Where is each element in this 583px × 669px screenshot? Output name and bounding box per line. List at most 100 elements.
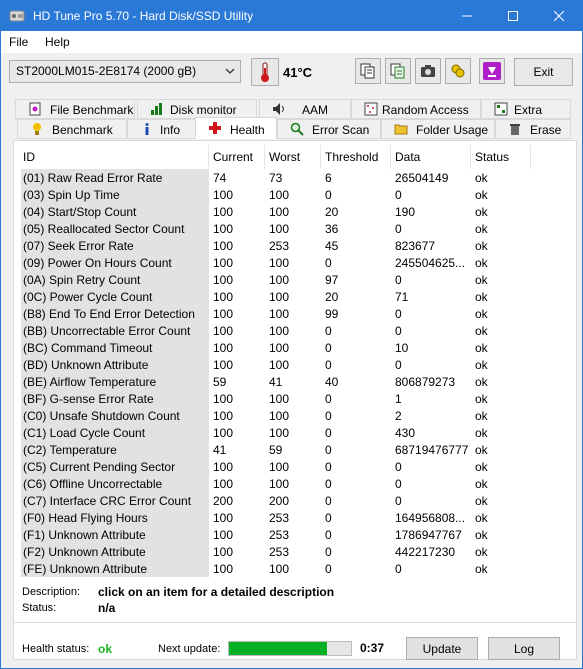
table-row[interactable]: (BD) Unknown Attribute 100 100 0 0 ok xyxy=(19,356,573,373)
table-row[interactable]: (FE) Unknown Attribute 100 100 0 0 ok xyxy=(19,560,573,577)
exit-button[interactable]: Exit xyxy=(514,58,573,86)
attribute-name: (BC) Command Timeout xyxy=(21,339,209,356)
table-row[interactable]: (01) Raw Read Error Rate 74 73 6 26504149 ok xyxy=(19,169,573,186)
camera-icon xyxy=(421,65,435,77)
table-row[interactable]: (0A) Spin Retry Count 100 100 97 0 ok xyxy=(19,271,573,288)
tab-aam[interactable]: AAM xyxy=(259,99,351,119)
table-row[interactable]: (BB) Uncorrectable Error Count 100 100 0 0 ok xyxy=(19,322,573,339)
column-header-worst[interactable]: Worst xyxy=(265,145,321,169)
attribute-name: (C1) Load Cycle Count xyxy=(21,424,209,441)
worst-value: 100 xyxy=(269,222,290,236)
current-value: 100 xyxy=(213,562,234,576)
magnifier-icon xyxy=(290,122,304,136)
column-header-data[interactable]: Data xyxy=(391,145,471,169)
column-header-id[interactable]: ID xyxy=(19,145,209,169)
tab-file-benchmark[interactable]: File Benchmark xyxy=(15,99,135,119)
table-row[interactable]: (C0) Unsafe Shutdown Count 100 100 0 2 ok xyxy=(19,407,573,424)
table-row[interactable]: (F0) Head Flying Hours 100 253 0 164956808..… xyxy=(19,509,573,526)
tab-disk-monitor[interactable]: Disk monitor xyxy=(137,99,257,119)
toolbar: ST2000LM015-2E8174 (2000 gB) 41°C Exit xyxy=(1,53,582,93)
status-value: ok xyxy=(475,528,488,542)
log-button[interactable]: Log xyxy=(488,637,560,660)
health-cross-icon xyxy=(209,122,221,134)
table-row[interactable]: (BC) Command Timeout 100 100 0 10 ok xyxy=(19,339,573,356)
table-row[interactable]: (07) Seek Error Rate 100 253 45 823677 ok xyxy=(19,237,573,254)
status-value: ok xyxy=(475,426,488,440)
worst-value: 41 xyxy=(269,375,283,389)
window-title: HD Tune Pro 5.70 - Hard Disk/SSD Utility xyxy=(33,9,254,23)
column-header-status[interactable]: Status xyxy=(471,145,531,169)
worst-value: 100 xyxy=(269,205,290,219)
table-row[interactable]: (C5) Current Pending Sector 100 100 0 0 ok xyxy=(19,458,573,475)
tab-health[interactable]: Health xyxy=(195,117,277,139)
raw-data-value: 0 xyxy=(395,188,402,202)
tab-erase[interactable]: Erase xyxy=(495,119,571,139)
current-value: 100 xyxy=(213,239,234,253)
status-value: ok xyxy=(475,341,488,355)
status-value: ok xyxy=(475,443,488,457)
attribute-name: (05) Reallocated Sector Count xyxy=(21,220,209,237)
raw-data-value: 164956808... xyxy=(395,511,466,525)
column-header-current[interactable]: Current xyxy=(209,145,265,169)
table-row[interactable]: (B8) End To End Error Detection 100 100 99 0… xyxy=(19,305,573,322)
temperature-value: 41°C xyxy=(283,65,313,80)
table-row[interactable]: (03) Spin Up Time 100 100 0 0 ok xyxy=(19,186,573,203)
table-row[interactable]: (04) Start/Stop Count 100 100 20 190 ok xyxy=(19,203,573,220)
table-row[interactable]: (C1) Load Cycle Count 100 100 0 430 ok xyxy=(19,424,573,441)
attribute-name: (F1) Unknown Attribute xyxy=(21,526,209,543)
tab-error-scan[interactable]: Error Scan xyxy=(277,119,381,139)
table-row[interactable]: (C6) Offline Uncorrectable 100 100 0 0 ok xyxy=(19,475,573,492)
raw-data-value: 442217230 xyxy=(395,545,456,559)
copy-text-button[interactable] xyxy=(355,58,381,84)
worst-value: 73 xyxy=(269,171,283,185)
table-row[interactable]: (F2) Unknown Attribute 100 253 0 442217230 ok xyxy=(19,543,573,560)
raw-data-value: 0 xyxy=(395,222,402,236)
table-row[interactable]: (C7) Interface CRC Error Count 200 200 0 0 ok xyxy=(19,492,573,509)
options-button[interactable] xyxy=(445,58,471,84)
table-row[interactable]: (F1) Unknown Attribute 100 253 0 1786947767 o… xyxy=(19,526,573,543)
threshold-value: 36 xyxy=(325,222,339,236)
current-value: 59 xyxy=(213,375,227,389)
menu-file[interactable]: File xyxy=(9,35,28,49)
raw-data-value: 0 xyxy=(395,477,402,491)
tab-folder-usage[interactable]: Folder Usage xyxy=(381,119,495,139)
tab-info[interactable]: Info xyxy=(127,119,201,139)
temperature-indicator[interactable] xyxy=(251,58,279,86)
close-button[interactable] xyxy=(536,1,582,31)
update-countdown: 0:37 xyxy=(360,641,385,655)
worst-value: 253 xyxy=(269,239,290,253)
save-button[interactable] xyxy=(479,58,505,84)
health-status-value: ok xyxy=(98,642,113,656)
table-row[interactable]: (09) Power On Hours Count 100 100 0 24550462… xyxy=(19,254,573,271)
table-row[interactable]: (BF) G-sense Error Rate 100 100 0 1 ok xyxy=(19,390,573,407)
table-row[interactable]: (05) Reallocated Sector Count 100 100 36 0 ok xyxy=(19,220,573,237)
copy-info-button[interactable] xyxy=(385,58,411,84)
tab-random-access[interactable]: Random Access xyxy=(351,99,481,119)
tab-extra-tests[interactable]: Extra tests xyxy=(481,99,571,131)
table-row[interactable]: (BE) Airflow Temperature 59 41 40 806879273 o… xyxy=(19,373,573,390)
update-button[interactable]: Update xyxy=(406,637,478,660)
maximize-button[interactable] xyxy=(490,1,536,31)
threshold-value: 20 xyxy=(325,205,339,219)
worst-value: 253 xyxy=(269,528,290,542)
current-value: 100 xyxy=(213,273,234,287)
title-bar[interactable]: HD Tune Pro 5.70 - Hard Disk/SSD Utility xyxy=(1,1,582,31)
menu-bar: File Help xyxy=(1,31,582,53)
drive-select[interactable]: ST2000LM015-2E8174 (2000 gB) xyxy=(9,60,241,83)
disk-monitor-icon xyxy=(151,103,162,115)
table-row[interactable]: (C2) Temperature 41 59 0 68719476777 ok xyxy=(19,441,573,458)
table-row[interactable]: (0C) Power Cycle Count 100 100 20 71 ok xyxy=(19,288,573,305)
health-status-label: Health status: xyxy=(22,643,90,655)
attribute-name: (C6) Offline Uncorrectable xyxy=(21,475,209,492)
screenshot-button[interactable] xyxy=(415,58,441,84)
minimize-button[interactable] xyxy=(444,1,490,31)
threshold-value: 99 xyxy=(325,307,339,321)
threshold-value: 0 xyxy=(325,341,332,355)
speaker-icon xyxy=(273,103,284,115)
threshold-value: 0 xyxy=(325,358,332,372)
status-value: ok xyxy=(475,239,488,253)
tab-benchmark[interactable]: Benchmark xyxy=(17,119,127,139)
menu-help[interactable]: Help xyxy=(45,35,70,49)
status-value: ok xyxy=(475,477,488,491)
column-header-threshold[interactable]: Threshold xyxy=(321,145,391,169)
